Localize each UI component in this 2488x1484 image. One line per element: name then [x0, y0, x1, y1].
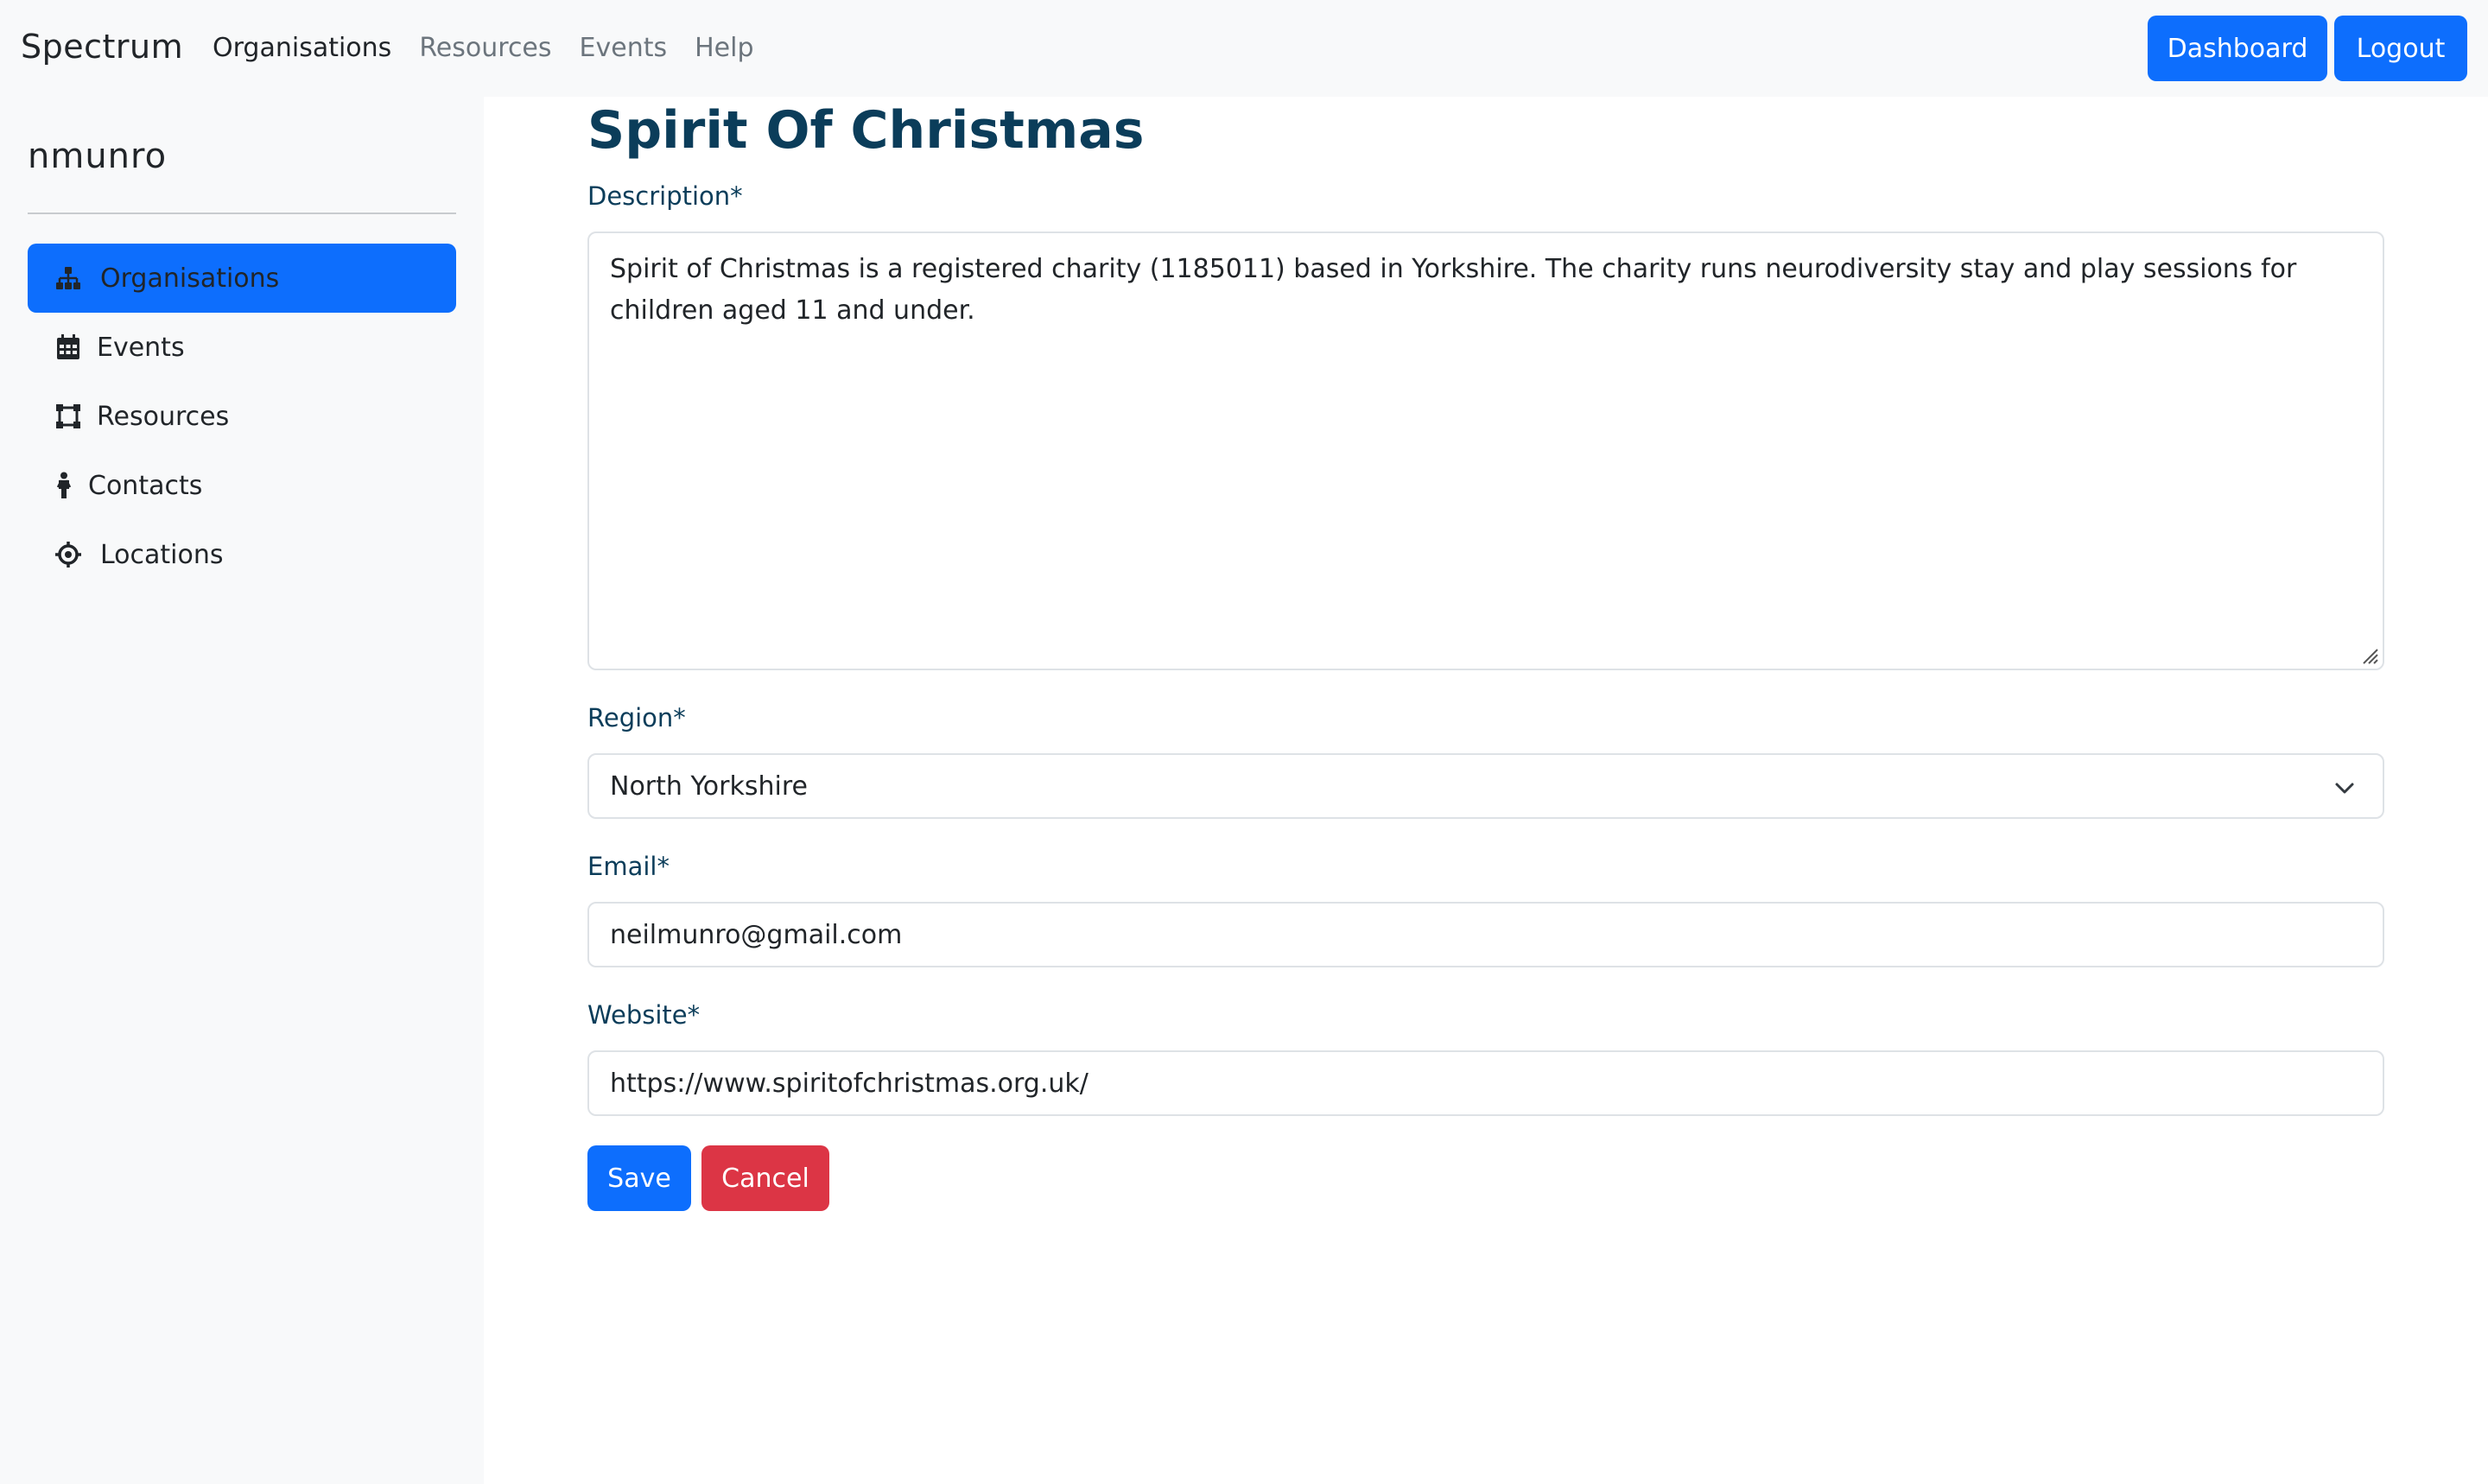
sidebar-item-label: Contacts [88, 470, 203, 501]
description-textarea[interactable]: Spirit of Christmas is a registered char… [587, 231, 2384, 670]
website-value: https://www.spiritofchristmas.org.uk/ [610, 1068, 1088, 1099]
email-label: Email* [587, 852, 670, 881]
top-navbar: Spectrum Organisations Resources Events … [0, 0, 2488, 97]
main-content: Spirit Of Christmas Description* Spirit … [484, 97, 2488, 1484]
website-label: Website* [587, 1000, 701, 1030]
person-icon [54, 471, 74, 500]
username: nmunro [28, 136, 168, 176]
topnav-help[interactable]: Help [695, 33, 753, 63]
brand-logo[interactable]: Spectrum [21, 28, 183, 66]
sidebar-item-resources[interactable]: Resources [28, 382, 456, 451]
cancel-button[interactable]: Cancel [701, 1145, 829, 1211]
page-title: Spirit Of Christmas [587, 100, 1145, 161]
region-selected-value: North Yorkshire [610, 771, 808, 802]
description-text: Spirit of Christmas is a registered char… [610, 254, 2297, 326]
topnav-resources[interactable]: Resources [419, 33, 551, 63]
region-select[interactable]: North Yorkshire [587, 753, 2384, 819]
sidebar-item-locations[interactable]: Locations [28, 520, 456, 589]
sidebar-item-events[interactable]: Events [28, 313, 456, 382]
email-field[interactable]: neilmunro@gmail.com [587, 902, 2384, 967]
logout-button[interactable]: Logout [2334, 16, 2467, 81]
top-nav-links: Organisations Resources Events Help [213, 33, 754, 63]
sidebar-item-label: Resources [97, 401, 230, 432]
website-field[interactable]: https://www.spiritofchristmas.org.uk/ [587, 1050, 2384, 1116]
topnav-events[interactable]: Events [580, 33, 668, 63]
sidebar-item-contacts[interactable]: Contacts [28, 451, 456, 520]
crosshairs-icon [54, 540, 83, 569]
sidebar-item-label: Organisations [100, 263, 280, 294]
calendar-icon [54, 333, 83, 362]
dashboard-button[interactable]: Dashboard [2148, 16, 2327, 81]
sidebar-item-label: Events [97, 332, 185, 363]
description-label: Description* [587, 181, 743, 211]
email-value: neilmunro@gmail.com [610, 919, 903, 950]
vector-square-icon [54, 402, 83, 431]
resize-grip-icon[interactable] [2358, 644, 2379, 665]
chevron-down-icon [2335, 783, 2354, 794]
sidebar-item-label: Locations [100, 539, 224, 570]
save-button[interactable]: Save [587, 1145, 691, 1211]
topnav-organisations[interactable]: Organisations [213, 33, 391, 63]
sidebar-item-organisations[interactable]: Organisations [28, 244, 456, 313]
sitemap-icon [54, 263, 83, 293]
sidebar-divider [28, 212, 456, 214]
region-label: Region* [587, 703, 686, 732]
sidebar: nmunro Organisations Events Resources Co… [0, 97, 484, 1484]
